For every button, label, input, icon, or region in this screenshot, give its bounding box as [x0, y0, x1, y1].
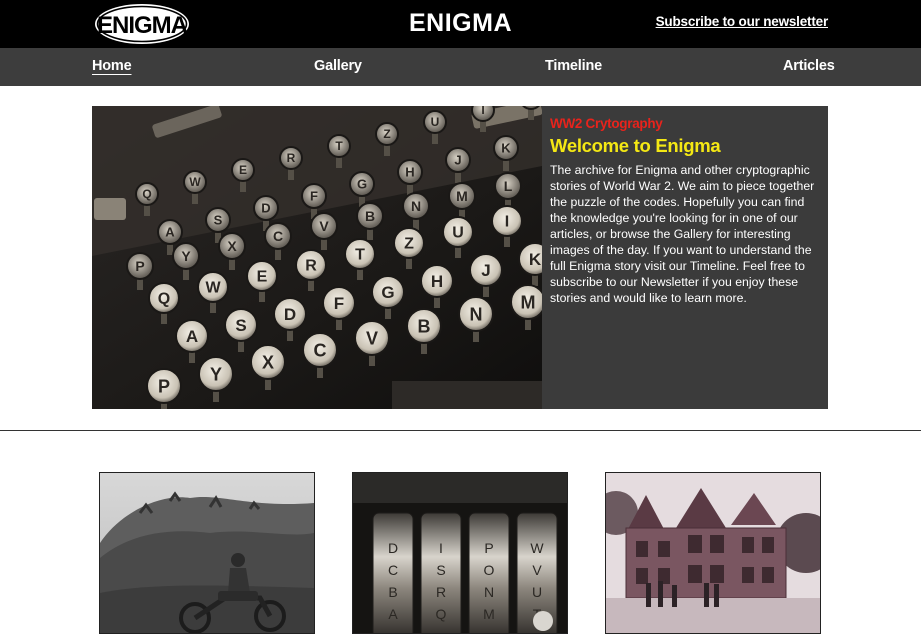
lamp-letter-2-2: X	[227, 238, 237, 254]
key-letter-2-4: V	[366, 328, 378, 348]
hero-description: The archive for Enigma and other cryptog…	[550, 163, 815, 305]
key-letter-0-7: I	[505, 214, 509, 231]
key-letter-1-1: S	[235, 316, 246, 335]
key-letter-0-3: R	[305, 258, 317, 275]
lamp-letter-2-7: M	[456, 188, 468, 204]
gallery-card-bletchley[interactable]	[605, 472, 821, 634]
rotor-letter-1-0: I	[439, 540, 443, 556]
key-letter-2-6: N	[470, 304, 483, 324]
key-letter-2-0: P	[158, 376, 170, 396]
key-letter-2-2: X	[262, 352, 274, 372]
key-letter-1-2: D	[284, 305, 296, 324]
nav-item-gallery[interactable]: Gallery	[314, 58, 362, 74]
enigma-keyboard-photo-icon: QWERTZUIOASDFGHJKPYXCVBNML QWERTZUIOASDF…	[92, 106, 542, 409]
lamp-letter-2-8: L	[504, 178, 513, 194]
hero-heading: Welcome to Enigma	[550, 135, 721, 156]
lamp-letter-0-6: U	[431, 115, 440, 129]
lamp-letter-2-1: Y	[181, 248, 191, 264]
enigma-keyboard-illustration: QWERTZUIOASDFGHJKPYXCVBNML QWERTZUIOASDF…	[92, 106, 542, 409]
lamp-letter-1-3: F	[310, 189, 318, 204]
lamp-letter-0-4: T	[335, 139, 343, 153]
lamp-letter-1-1: S	[214, 213, 223, 228]
key-letter-2-7: M	[521, 292, 536, 312]
main-nav: Home Gallery Timeline Articles	[0, 48, 921, 86]
hero-kicker: WW2 Crytography	[550, 116, 663, 131]
key-letter-0-6: U	[452, 225, 464, 242]
lamp-letter-2-6: N	[411, 198, 421, 214]
lamp-letter-2-5: B	[365, 208, 375, 224]
lamp-letter-0-5: Z	[383, 127, 390, 141]
key-letter-2-5: B	[418, 316, 431, 336]
nav-item-home[interactable]: Home	[92, 58, 132, 74]
lamp-letter-2-0: P	[135, 258, 144, 274]
lamp-letter-1-2: D	[261, 201, 270, 216]
enigma-logo[interactable]: ENIGMA	[93, 2, 191, 46]
lamp-letter-2-3: C	[273, 228, 283, 244]
rotor-letter-2-2: N	[484, 584, 494, 600]
lamp-letter-1-5: H	[405, 165, 414, 180]
rotor-letter-0-3: A	[388, 606, 398, 622]
key-letter-2-1: Y	[210, 364, 222, 384]
key-letter-0-0: Q	[158, 291, 170, 308]
rotor-letter-1-2: R	[436, 584, 446, 600]
key-letter-1-3: F	[334, 294, 344, 313]
hero-text-block: WW2 Crytography Welcome to Enigma The ar…	[550, 116, 824, 306]
logo-text: ENIGMA	[97, 12, 188, 39]
rotor-letter-2-1: O	[484, 562, 495, 578]
lamp-letter-2-4: V	[319, 218, 329, 234]
key-letter-0-1: W	[205, 280, 221, 297]
nav-item-timeline[interactable]: Timeline	[545, 58, 602, 74]
lamp-letter-0-1: W	[189, 175, 201, 189]
enigma-rotors-photo-icon: DCBAISRQPONMWVUT	[353, 473, 567, 633]
gallery-card-rotors[interactable]: DCBAISRQPONMWVUT	[352, 472, 568, 634]
bletchley-park-photo-icon	[606, 473, 820, 633]
rotor-letter-0-1: C	[388, 562, 398, 578]
key-letter-2-3: C	[314, 340, 327, 360]
rotor-letter-0-2: B	[388, 584, 397, 600]
lamp-letter-0-7: I	[481, 106, 484, 117]
rotor-letter-3-1: V	[532, 562, 542, 578]
site-header: ENIGMA ENIGMA Subscribe to our newslette…	[0, 0, 921, 48]
rotor-letter-2-3: M	[483, 606, 495, 622]
key-letter-1-4: G	[381, 283, 394, 302]
lamp-letter-1-0: A	[165, 225, 175, 240]
nav-item-articles[interactable]: Articles	[783, 58, 835, 74]
rotor-letter-3-0: W	[530, 540, 544, 556]
rotor-letter-1-3: Q	[436, 606, 447, 622]
lamp-letter-1-4: G	[357, 177, 367, 192]
key-letter-0-4: T	[355, 247, 365, 264]
logo-icon: ENIGMA	[95, 4, 189, 44]
rotor-letter-1-1: S	[436, 562, 445, 578]
motorcycle-soldier-photo-icon	[100, 473, 314, 633]
lamp-letter-1-7: K	[501, 141, 511, 156]
rotor-letter-0-0: D	[388, 540, 398, 556]
gallery-card-motorcycle[interactable]	[99, 472, 315, 634]
lamp-letter-0-2: E	[239, 163, 247, 177]
key-letter-1-5: H	[431, 272, 443, 291]
hero-section: QWERTZUIOASDFGHJKPYXCVBNML QWERTZUIOASDF…	[92, 106, 828, 409]
newsletter-subscribe-link[interactable]: Subscribe to our newsletter	[656, 14, 829, 29]
rotor-letter-2-0: P	[484, 540, 493, 556]
key-letter-0-5: Z	[404, 236, 414, 253]
key-letter-1-0: A	[186, 327, 198, 346]
key-letter-1-7: K	[529, 250, 542, 269]
rotor-letter-3-2: U	[532, 584, 542, 600]
section-divider	[0, 430, 921, 431]
lamp-letter-0-0: Q	[142, 187, 151, 201]
key-letter-1-6: J	[481, 261, 490, 280]
lamp-letter-1-6: J	[454, 153, 461, 168]
lamp-letter-0-3: R	[287, 151, 296, 165]
key-letter-0-2: E	[257, 269, 268, 286]
